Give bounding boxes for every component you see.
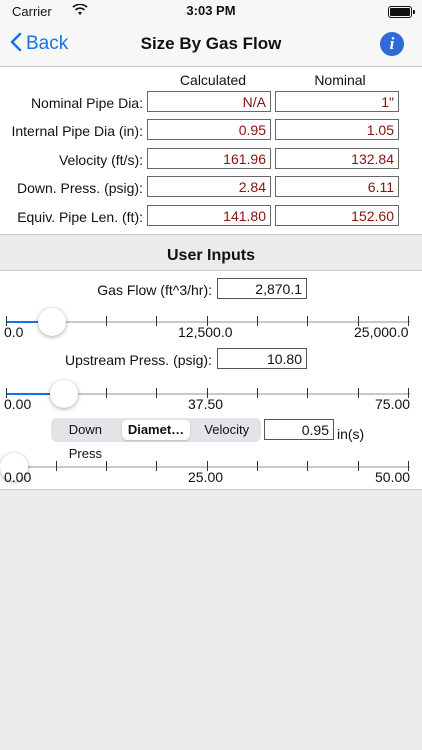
nom-down-press: 6.11	[275, 176, 399, 197]
gas-flow-label: Gas Flow (ft^3/hr):	[97, 282, 212, 298]
gas-flow-slider-thumb[interactable]	[38, 308, 67, 336]
diameter-input[interactable]: 0.95	[264, 419, 334, 440]
upstream-press-min: 0.00	[4, 396, 32, 412]
nom-internal-pipe-dia: 1.05	[275, 119, 399, 140]
status-bar: Carrier 3:03 PM	[0, 0, 422, 22]
diameter-min: 0.00	[4, 469, 32, 485]
row-label-nominal-pipe-dia: Nominal Pipe Dia:	[30, 95, 143, 111]
upstream-press-max: 75.00	[375, 396, 411, 412]
row-label-velocity: Velocity (ft/s):	[58, 152, 143, 168]
gas-flow-max: 25,000.0	[354, 324, 409, 340]
upstream-press-input[interactable]: 10.80	[217, 348, 307, 369]
calc-equiv-pipe-len: 141.80	[147, 205, 271, 226]
nom-nominal-pipe-dia: 1"	[275, 91, 399, 112]
results-table: Calculated Nominal Nominal Pipe Dia: N/A…	[0, 67, 422, 235]
mode-segmented-control: Down Press Diamet… Velocity	[51, 418, 261, 461]
segment-velocity[interactable]: Velocity	[192, 418, 261, 442]
gas-flow-input[interactable]: 2,870.1	[217, 278, 307, 299]
calc-velocity: 161.96	[147, 148, 271, 169]
calc-down-press: 2.84	[147, 176, 271, 197]
nom-velocity: 132.84	[275, 148, 399, 169]
nom-equiv-pipe-len: 152.60	[275, 205, 399, 226]
info-button[interactable]: i	[380, 32, 404, 56]
user-inputs-title: User Inputs	[166, 247, 255, 264]
user-inputs-panel: Gas Flow (ft^3/hr): 2,870.1 0.0 12,500.0…	[0, 270, 422, 490]
column-header-calculated: Calculated	[179, 72, 247, 88]
info-icon: i	[389, 34, 395, 53]
page-title: Size By Gas Flow	[140, 34, 282, 53]
row-label-down-press: Down. Press. (psig):	[16, 180, 143, 196]
row-label-internal-pipe-dia: Internal Pipe Dia (in):	[11, 123, 143, 139]
segment-down-press[interactable]: Down Press	[51, 418, 120, 461]
upstream-press-label: Upstream Press. (psig):	[64, 352, 212, 368]
navigation-bar: Back Size By Gas Flow i	[0, 22, 422, 67]
upstream-press-slider-thumb[interactable]	[50, 380, 79, 408]
calc-nominal-pipe-dia: N/A	[147, 91, 271, 112]
diameter-unit: in(s)	[337, 426, 365, 442]
calc-internal-pipe-dia: 0.95	[147, 119, 271, 140]
diameter-max: 50.00	[375, 469, 411, 485]
gas-flow-min: 0.0	[4, 324, 24, 340]
column-header-nominal: Nominal	[314, 72, 366, 88]
segment-diameter[interactable]: Diamet…	[121, 420, 191, 440]
battery-icon	[388, 6, 415, 18]
clock: 3:03 PM	[186, 3, 236, 18]
gas-flow-mid: 12,500.0	[178, 324, 233, 340]
upstream-press-mid: 37.50	[188, 396, 224, 412]
row-label-equiv-pipe-len: Equiv. Pipe Len. (ft):	[17, 209, 143, 225]
diameter-mid: 25.00	[188, 469, 224, 485]
